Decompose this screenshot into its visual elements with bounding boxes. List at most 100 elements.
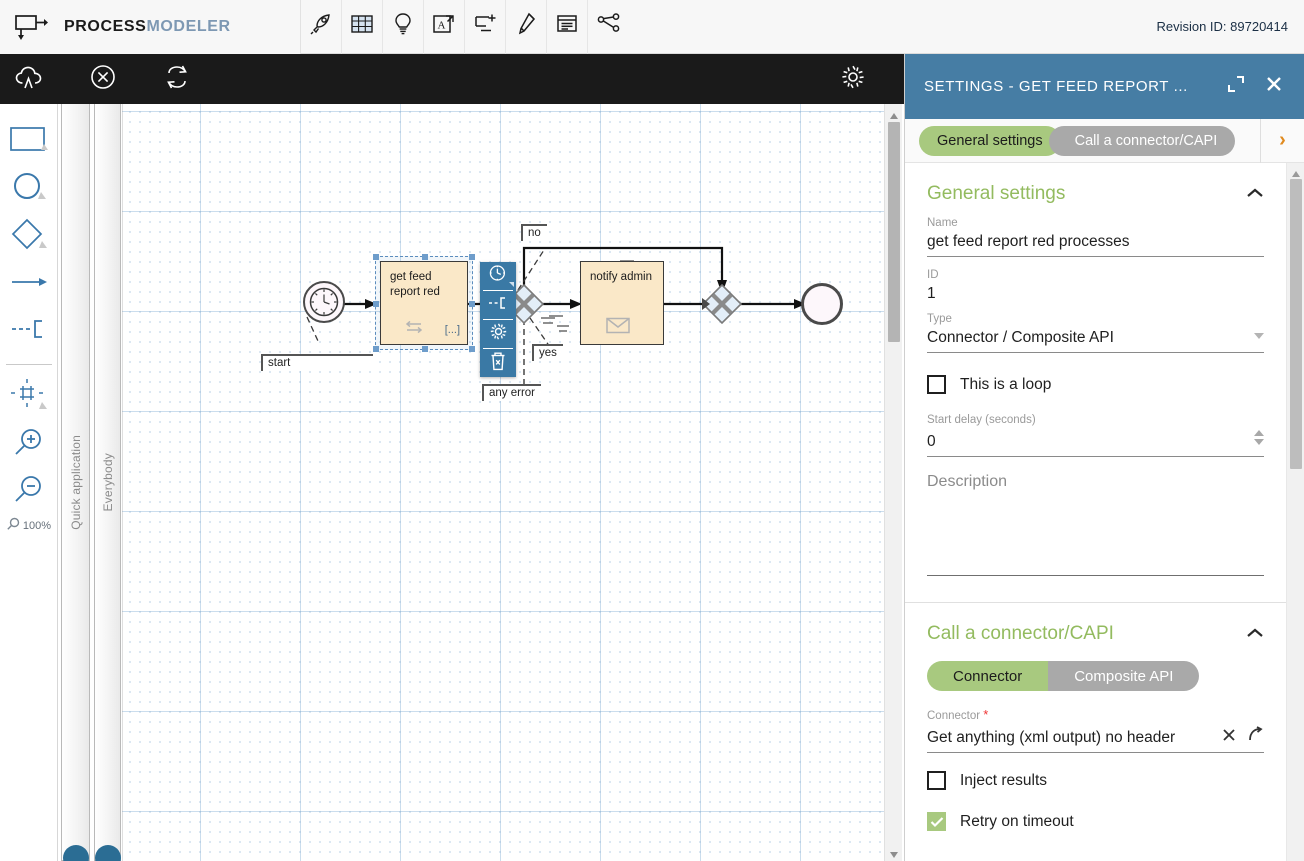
settings-panel-scrollbar[interactable] — [1286, 163, 1304, 861]
form-document-icon-button[interactable] — [547, 0, 588, 54]
chevron-right-icon: › — [1279, 129, 1286, 151]
add-lane-button[interactable] — [94, 845, 121, 861]
resize-handle-b[interactable] — [422, 346, 428, 352]
chevron-down-icon[interactable] — [1254, 333, 1264, 339]
add-process-icon-button[interactable] — [465, 0, 506, 54]
ctx-delete-button[interactable] — [480, 349, 516, 377]
timer-start-event[interactable] — [303, 281, 345, 323]
connector-actions — [1221, 726, 1264, 743]
pool-header[interactable]: Quick application — [61, 104, 90, 861]
expand-icon-button[interactable] — [1222, 73, 1250, 101]
tab-general-settings[interactable]: General settings — [919, 125, 1061, 156]
pdf-export-icon: A — [432, 13, 456, 40]
task-notify-admin[interactable]: notify admin — [580, 261, 664, 345]
open-arrow-icon[interactable] — [1247, 726, 1264, 743]
palette-sequence-flow-arrow[interactable] — [0, 261, 58, 308]
resize-handle-bl[interactable] — [373, 346, 379, 352]
palette-zoom-out[interactable] — [0, 468, 58, 515]
revision-id-label: Revision ID: 89720414 — [1156, 19, 1288, 34]
marker-pen-icon-button[interactable] — [506, 0, 547, 54]
palette-move-grid[interactable] — [0, 374, 58, 421]
panel-scroll-up-icon[interactable] — [1291, 166, 1301, 177]
type-select[interactable]: Connector / Composite API — [927, 325, 1264, 353]
ctx-timer-button[interactable] — [480, 262, 516, 290]
resize-handle-tr[interactable] — [469, 254, 475, 260]
description-textarea[interactable]: Description — [927, 471, 1264, 576]
app-title: PROCESSMODELER — [64, 18, 231, 36]
canvas-vertical-scrollbar[interactable] — [884, 104, 902, 861]
xor-gateway-2-default[interactable] — [701, 283, 743, 330]
connector-select[interactable]: Get anything (xml output) no header — [927, 722, 1264, 753]
loop-label: This is a loop — [960, 375, 1052, 393]
secondary-action-bar — [0, 54, 904, 104]
zoom-level-control[interactable]: 100% — [6, 517, 51, 534]
resize-handle-tl[interactable] — [373, 254, 379, 260]
flow-label-start[interactable]: start — [261, 354, 373, 371]
scroll-down-icon[interactable] — [889, 847, 899, 858]
task-expand-marker[interactable]: [...] — [445, 324, 460, 336]
scroll-up-icon[interactable] — [889, 108, 899, 119]
connector-section-header[interactable]: Call a connector/CAPI — [927, 623, 1264, 645]
lane-header[interactable]: Everybody — [94, 104, 121, 861]
chevron-up-icon[interactable] — [1246, 626, 1264, 643]
palette-gateway-diamond-icon — [8, 217, 50, 258]
process-modeler-window: PROCESSMODELER A Revision ID: 89720414 1… — [0, 0, 1304, 861]
ctx-gear-button[interactable] — [480, 320, 516, 348]
pdf-export-icon-button[interactable]: A — [424, 0, 465, 54]
general-settings-section-header[interactable]: General settings — [927, 183, 1264, 205]
rocket-icon-button[interactable] — [301, 0, 342, 54]
marker-pen-icon — [515, 12, 537, 41]
add-pool-button[interactable] — [62, 845, 89, 861]
id-label: ID — [927, 269, 939, 281]
chevron-up-icon[interactable] — [1246, 186, 1264, 203]
ctx-association-button[interactable] — [480, 291, 516, 319]
flow-label-no[interactable]: no — [521, 224, 547, 241]
resize-handle-l[interactable] — [373, 301, 379, 307]
panel-scroll-thumb[interactable] — [1290, 179, 1302, 469]
task-get-feed-report-red[interactable]: get feed report red [...] — [380, 261, 468, 345]
palette-zoom-in[interactable] — [0, 421, 58, 468]
retry-on-timeout-checkbox-row[interactable]: Retry on timeout — [927, 812, 1264, 831]
start-delay-spinner[interactable] — [1254, 430, 1264, 445]
resize-handle-br[interactable] — [469, 346, 475, 352]
loop-checkbox[interactable] — [927, 375, 946, 394]
segment-connector[interactable]: Connector — [927, 661, 1049, 691]
diagram-canvas[interactable]: get feed report red [...] notify admin s… — [122, 104, 892, 861]
share-nodes-icon — [597, 13, 621, 40]
palette-task-rectangle[interactable] — [0, 120, 58, 167]
resize-handle-r[interactable] — [469, 301, 475, 307]
tab-call-connector-capi[interactable]: Call a connector/CAPI — [1048, 125, 1236, 156]
tabs-next-button[interactable]: › — [1260, 118, 1304, 163]
flow-label-any-error[interactable]: any error — [482, 384, 542, 401]
retry-on-timeout-checkbox[interactable] — [927, 812, 946, 831]
lightbulb-icon-button[interactable] — [383, 0, 424, 54]
resize-handle-t[interactable] — [422, 254, 428, 260]
spinner-down-icon[interactable] — [1254, 439, 1264, 445]
general-settings-title: General settings — [927, 183, 1066, 204]
start-delay-stepper[interactable]: 0 — [927, 426, 1264, 457]
cloud-save-icon-button[interactable] — [4, 54, 54, 104]
share-nodes-icon-button[interactable] — [588, 0, 629, 54]
palette-gateway-diamond[interactable] — [0, 214, 58, 261]
required-marker: * — [983, 707, 989, 722]
canvas-scroll-thumb[interactable] — [888, 122, 900, 342]
palette-event-circle[interactable] — [0, 167, 58, 214]
cancel-circle-icon-button[interactable] — [78, 54, 128, 104]
clear-x-icon[interactable] — [1221, 727, 1237, 743]
grid-table-icon-button[interactable] — [342, 0, 383, 54]
end-event[interactable] — [801, 283, 843, 325]
palette-association[interactable] — [0, 308, 58, 355]
segment-composite-api[interactable]: Composite API — [1048, 661, 1200, 691]
spinner-up-icon[interactable] — [1254, 430, 1264, 436]
refresh-icon-button[interactable] — [152, 54, 202, 104]
inject-results-checkbox-row[interactable]: Inject results — [927, 771, 1264, 790]
inject-results-checkbox[interactable] — [927, 771, 946, 790]
pool-label: Quick application — [68, 434, 83, 530]
loop-checkbox-row[interactable]: This is a loop — [927, 375, 1264, 394]
expand-icon — [1226, 74, 1246, 99]
close-icon-button[interactable] — [1260, 73, 1288, 101]
name-input[interactable]: get feed report red processes — [927, 229, 1264, 257]
flow-label-yes[interactable]: yes — [532, 344, 563, 361]
gear-icon-button[interactable] — [828, 54, 878, 104]
section-divider — [905, 602, 1286, 603]
